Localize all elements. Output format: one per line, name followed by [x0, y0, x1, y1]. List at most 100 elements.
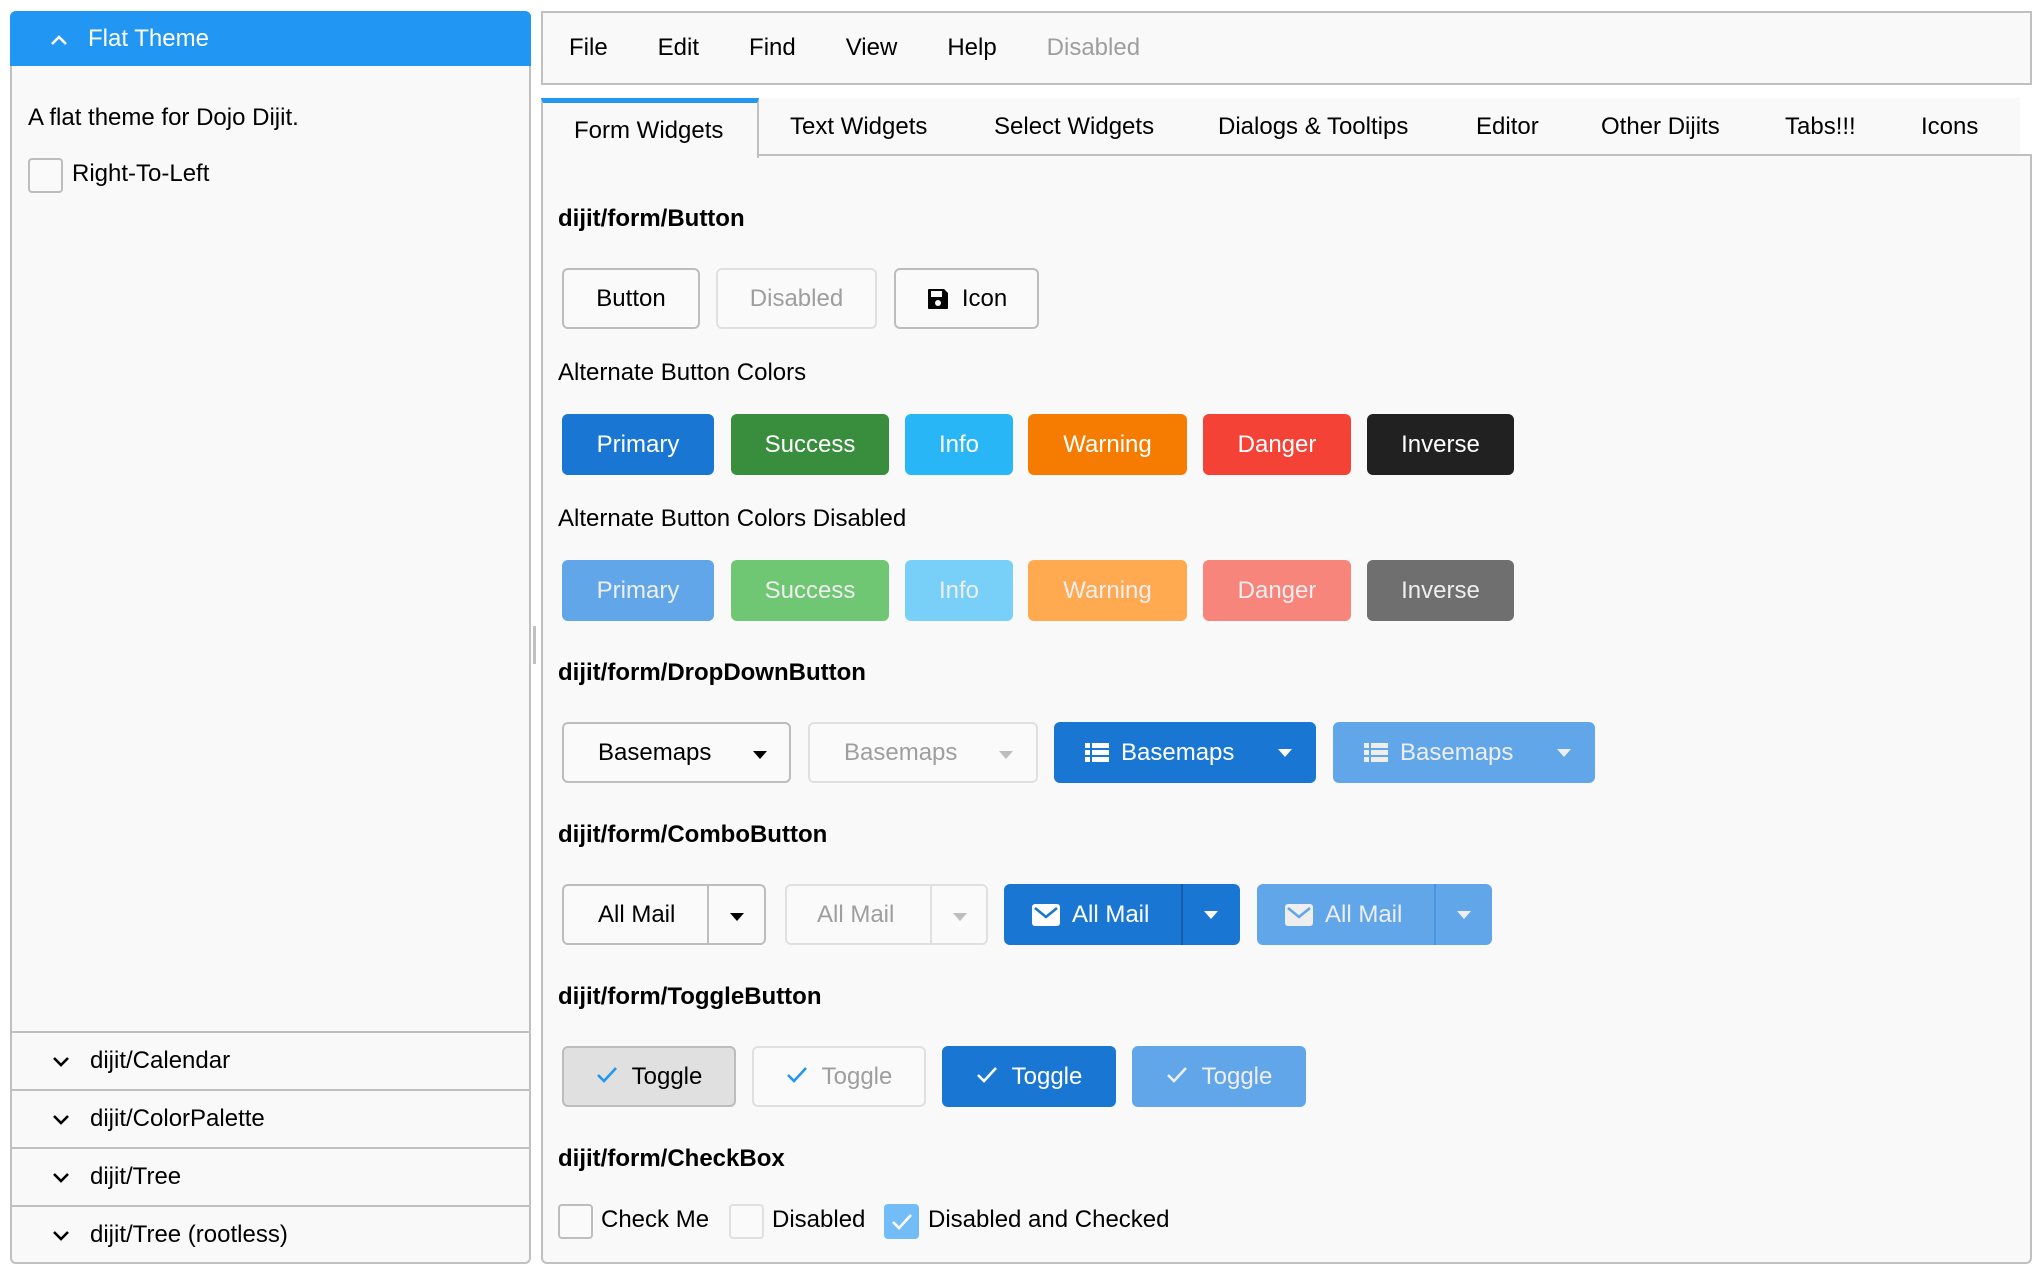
accordion-section-tree-rootless[interactable]: dijit/Tree (rootless)	[12, 1205, 529, 1262]
dropdown-button-default[interactable]: Basemaps	[562, 722, 791, 783]
button-label: Toggle	[1011, 1062, 1083, 1090]
check-icon	[891, 1213, 912, 1230]
caret-down-icon[interactable]	[730, 913, 744, 921]
menu-disabled: Disabled	[1046, 34, 1141, 61]
button-label: Toggle	[631, 1062, 703, 1090]
button-info[interactable]: Info	[905, 414, 1013, 475]
accordion-section-colorpalette[interactable]: dijit/ColorPalette	[12, 1089, 529, 1147]
button-label: All Mail	[1325, 900, 1403, 928]
button-label: All Mail	[1072, 900, 1150, 928]
accordion-section-tree[interactable]: dijit/Tree	[12, 1147, 529, 1205]
button-label: Info	[938, 576, 980, 604]
section-heading-toggle: dijit/form/ToggleButton	[558, 983, 822, 1010]
tab-icons[interactable]: Icons	[1921, 98, 1978, 156]
accordion-section-label: dijit/ColorPalette	[90, 1105, 265, 1132]
checkbox-disabled-checked	[884, 1204, 919, 1239]
accordion-section-label: dijit/Calendar	[90, 1047, 231, 1074]
chevron-down-icon	[52, 1105, 76, 1133]
button-label: Basemaps	[1121, 738, 1235, 766]
toggle-button-default[interactable]: Toggle	[562, 1046, 736, 1107]
check-icon	[786, 1063, 808, 1091]
caret-down-icon	[953, 913, 967, 921]
tab-label: Icons	[1921, 113, 1979, 140]
accordion-header-flat-theme[interactable]: Flat Theme	[10, 11, 531, 66]
button-default[interactable]: Button	[562, 268, 700, 329]
menu-file[interactable]: File	[553, 34, 632, 62]
button-label: Button	[596, 284, 666, 312]
button-label: Danger	[1237, 430, 1317, 458]
chevron-down-icon	[52, 1221, 76, 1249]
tab-label: Dialogs & Tooltips	[1218, 113, 1409, 140]
button-label: Primary	[596, 576, 680, 604]
toggle-button-primary[interactable]: Toggle	[942, 1046, 1116, 1107]
chevron-up-icon	[50, 25, 74, 53]
button-primary[interactable]: Primary	[562, 414, 714, 475]
button-danger[interactable]: Danger	[1203, 414, 1351, 475]
button-label: Basemaps	[844, 738, 958, 766]
button-label: Basemaps	[1400, 738, 1514, 766]
tab-label: Editor	[1476, 113, 1539, 140]
checkbox-label: Disabled and Checked	[928, 1206, 1170, 1233]
tab-editor[interactable]: Editor	[1476, 98, 1539, 156]
combo-button-primary[interactable]: All Mail	[1004, 884, 1240, 945]
check-icon	[1166, 1063, 1188, 1091]
button-label: Icon	[961, 284, 1008, 312]
menu-help[interactable]: Help	[931, 34, 1020, 62]
button-warning[interactable]: Warning	[1028, 414, 1187, 475]
checkbox-check-me[interactable]	[558, 1204, 593, 1239]
combo-button-primary-disabled: All Mail	[1257, 884, 1492, 945]
toggle-button-primary-disabled: Toggle	[1132, 1046, 1306, 1107]
caret-down-icon[interactable]	[1204, 911, 1218, 919]
combo-divider	[707, 886, 709, 943]
caret-down-icon	[1557, 749, 1571, 757]
alt-colors-heading: Alternate Button Colors	[558, 359, 807, 386]
button-icon[interactable]: Icon	[894, 268, 1039, 329]
combo-divider	[1181, 884, 1183, 945]
tab-form-widgets[interactable]: Form Widgets	[541, 98, 759, 158]
rtl-checkbox-label[interactable]: Right-To-Left	[72, 160, 209, 188]
combo-button-default[interactable]: All Mail	[562, 884, 766, 945]
button-label: Success	[764, 430, 856, 458]
menu-find[interactable]: Find	[733, 34, 820, 62]
checkbox-label[interactable]: Check Me	[601, 1206, 709, 1234]
accordion-section-calendar[interactable]: dijit/Calendar	[12, 1031, 529, 1089]
combo-divider	[1434, 884, 1436, 945]
button-warning-disabled: Warning	[1028, 560, 1187, 621]
menu-edit[interactable]: Edit	[642, 34, 723, 62]
menubar: File Edit Find View Help Disabled	[541, 11, 2032, 85]
menu-view[interactable]: View	[830, 34, 922, 62]
list-icon	[1085, 742, 1109, 763]
accordion-header-label: Flat Theme	[88, 24, 209, 52]
tab-other-dijits[interactable]: Other Dijits	[1601, 98, 1720, 156]
section-heading-checkbox: dijit/form/CheckBox	[558, 1145, 785, 1172]
button-label: All Mail	[817, 900, 895, 928]
chevron-down-icon	[52, 1163, 76, 1191]
check-icon	[596, 1063, 618, 1091]
section-heading-dropdown: dijit/form/DropDownButton	[558, 659, 866, 686]
rtl-checkbox[interactable]	[28, 158, 63, 193]
check-icon	[976, 1063, 998, 1091]
tab-label: Tabs!!!	[1785, 113, 1856, 140]
button-info-disabled: Info	[905, 560, 1013, 621]
tab-text-widgets[interactable]: Text Widgets	[790, 98, 927, 156]
button-label: Toggle	[821, 1062, 893, 1090]
splitter-handle[interactable]	[533, 626, 536, 664]
tab-select-widgets[interactable]: Select Widgets	[994, 98, 1154, 156]
checkbox-label: Disabled	[772, 1206, 866, 1233]
button-disabled: Disabled	[716, 268, 877, 329]
button-label: Success	[764, 576, 856, 604]
dropdown-button-primary[interactable]: Basemaps	[1054, 722, 1316, 783]
tab-label: Other Dijits	[1601, 113, 1720, 140]
tab-label: Text Widgets	[790, 113, 928, 140]
tab-tabs[interactable]: Tabs!!!	[1785, 98, 1856, 156]
tab-dialogs-tooltips[interactable]: Dialogs & Tooltips	[1218, 98, 1408, 156]
caret-down-icon	[999, 751, 1013, 759]
button-label: Warning	[1063, 576, 1152, 604]
accordion-section-label: dijit/Tree	[90, 1163, 182, 1190]
button-inverse[interactable]: Inverse	[1367, 414, 1514, 475]
button-danger-disabled: Danger	[1203, 560, 1351, 621]
tab-label: Form Widgets	[574, 116, 724, 144]
checkbox-disabled	[729, 1204, 764, 1239]
mail-icon	[1285, 903, 1313, 926]
button-success[interactable]: Success	[731, 414, 889, 475]
